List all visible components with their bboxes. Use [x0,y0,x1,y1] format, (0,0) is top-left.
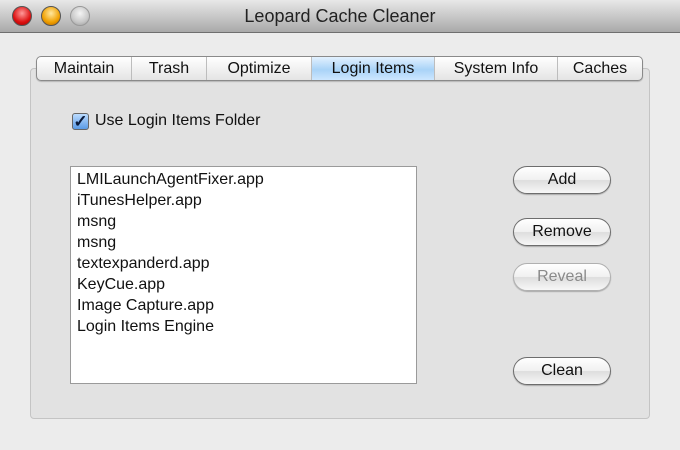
title-bar[interactable]: Leopard Cache Cleaner [0,0,680,33]
list-item[interactable]: Image Capture.app [77,295,410,316]
tab-system-info[interactable]: System Info [435,57,558,80]
checkbox-label: Use Login Items Folder [95,112,261,129]
checkmark-icon[interactable]: ✓ [72,112,89,130]
tab-caches[interactable]: Caches [558,57,642,80]
reveal-button[interactable]: Reveal [513,263,611,291]
tab-maintain[interactable]: Maintain [37,57,132,80]
tab-bar: Maintain Trash Optimize Login Items Syst… [36,56,643,81]
add-button[interactable]: Add [513,166,611,194]
use-login-items-folder-checkbox[interactable]: ✓ Use Login Items Folder [72,112,260,130]
list-item[interactable]: LMILaunchAgentFixer.app [77,169,410,190]
list-item[interactable]: Login Items Engine [77,316,410,337]
clean-button[interactable]: Clean [513,357,611,385]
remove-button[interactable]: Remove [513,218,611,246]
list-item[interactable]: KeyCue.app [77,274,410,295]
list-item[interactable]: msng [77,211,410,232]
login-items-list[interactable]: LMILaunchAgentFixer.app iTunesHelper.app… [70,166,417,384]
tab-login-items[interactable]: Login Items [312,57,435,80]
tab-optimize[interactable]: Optimize [207,57,312,80]
tab-trash[interactable]: Trash [132,57,207,80]
list-item[interactable]: textexpanderd.app [77,253,410,274]
list-item[interactable]: iTunesHelper.app [77,190,410,211]
window-title: Leopard Cache Cleaner [244,6,436,26]
list-item[interactable]: msng [77,232,410,253]
